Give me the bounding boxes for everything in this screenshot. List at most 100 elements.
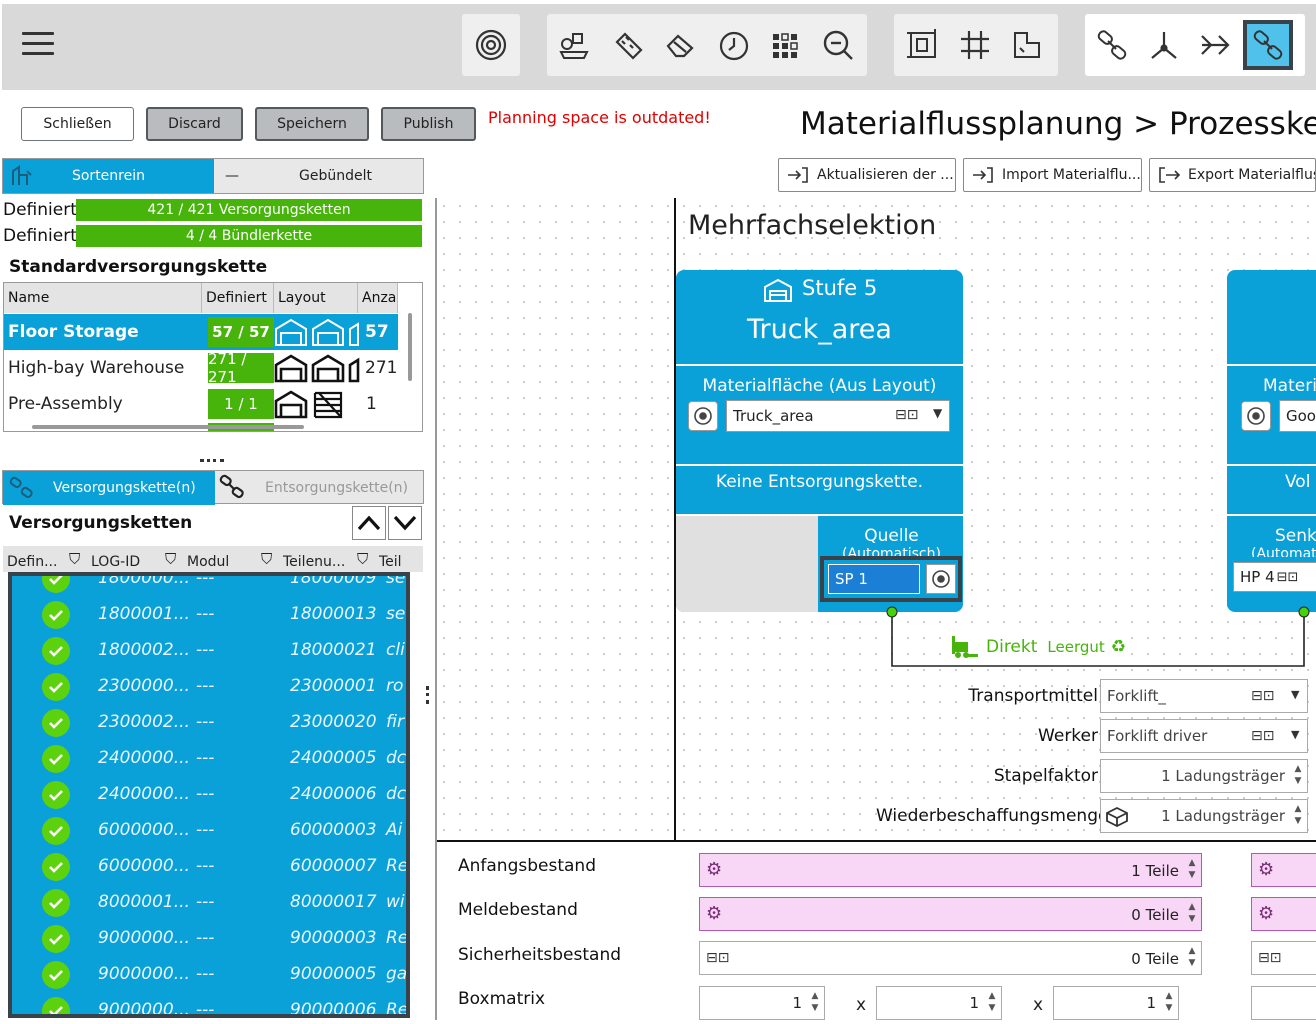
sink-point-value[interactable]: HP 4 ⊟⊡ (1233, 562, 1316, 592)
row-name: Floor Storage (8, 322, 139, 342)
box-matrix-z[interactable]: 1 ▲ ▼ (1053, 986, 1179, 1020)
material-area-select[interactable]: Truck_area ⊟⊡ ▼ (726, 400, 950, 432)
col-count[interactable]: Anza (358, 283, 398, 313)
vertical-splitter-handle[interactable] (426, 686, 430, 704)
grid-icon[interactable] (954, 24, 996, 66)
col-log-id[interactable]: LOG-ID (91, 554, 140, 570)
transport-means-select[interactable]: Forklift_ ⊟⊡ ▼ (1100, 679, 1308, 713)
reorder-point-input-2[interactable]: ⚙ (1251, 897, 1316, 931)
progress-area: Definiert 421 / 421 Versorgungsketten De… (0, 198, 424, 250)
list-item[interactable]: 9000000... --- 90000005 ga (12, 956, 406, 992)
target-icon[interactable] (470, 24, 512, 66)
filter-icon[interactable]: ⛉ (165, 550, 176, 568)
refresh-button[interactable]: Aktualisieren der ... (778, 158, 956, 192)
list-item[interactable]: 9000000... --- 90000006 Re (12, 992, 406, 1014)
filter-icon[interactable]: ⛉ (357, 550, 368, 568)
eraser-icon[interactable] (660, 24, 702, 66)
list-item[interactable]: 9000000... --- 90000003 Re (12, 920, 406, 956)
source-point-value[interactable]: SP 1 (828, 564, 920, 594)
col-part-number[interactable]: Teilenu... (283, 554, 345, 570)
import-button[interactable]: Import Materialflu... (963, 158, 1142, 192)
stack-factor-input[interactable]: 1 Ladungsträger ▲ ▼ (1100, 759, 1308, 793)
list-item[interactable]: 1800002... --- 18000021 cli (12, 632, 406, 668)
list-item[interactable]: 2300002... --- 23000020 fir (12, 704, 406, 740)
module: --- (196, 856, 215, 876)
merge-icon[interactable] (1143, 24, 1185, 66)
process-node-truck-area[interactable]: Stufe 5 Truck_area Materialfläche (Aus L… (676, 270, 963, 612)
filter-icon[interactable]: ⛉ (69, 550, 80, 568)
move-down-button[interactable] (388, 506, 422, 540)
stepper-icon[interactable]: ▲ ▼ (810, 990, 820, 1016)
stepper-icon[interactable]: ▲ ▼ (987, 990, 997, 1016)
col-module[interactable]: Modul (187, 554, 229, 570)
col-part[interactable]: Teil (379, 554, 402, 570)
list-item[interactable]: 8000001... --- 80000017 wi (12, 884, 406, 920)
tab-gebuendelt[interactable]: Gebündelt (299, 159, 372, 193)
horizontal-scrollbar[interactable] (32, 425, 304, 429)
initial-stock-input[interactable]: ⚙ 1 Teile ▲ ▼ (699, 853, 1202, 887)
save-button[interactable]: Speichern (255, 107, 369, 141)
worker-select[interactable]: Forklift driver ⊟⊡ ▼ (1100, 719, 1308, 753)
box-matrix-y[interactable]: 1 ▲ ▼ (876, 986, 1002, 1020)
parts-icon[interactable] (553, 24, 595, 66)
stepper-icon[interactable]: ▲ ▼ (1187, 901, 1197, 927)
col-layout[interactable]: Layout (274, 283, 358, 313)
clock-icon[interactable] (713, 24, 755, 66)
locate-button[interactable] (1241, 401, 1271, 431)
safety-stock-input-2[interactable]: ⊟⊡ (1251, 941, 1316, 975)
list-item[interactable]: 2400000... --- 24000005 dc (12, 740, 406, 776)
list-item[interactable]: 6000000... --- 60000003 Ai (12, 812, 406, 848)
tab-sortenrein[interactable]: Sortenrein (3, 159, 214, 193)
stepper-icon[interactable]: ▲ ▼ (1293, 763, 1303, 789)
arrow-right-icon[interactable] (1195, 24, 1237, 66)
hamburger-menu-icon[interactable] (22, 32, 54, 58)
col-defined[interactable]: Definiert (202, 283, 274, 313)
col-defined[interactable]: Defin... (7, 554, 57, 570)
material-area-select[interactable]: Goo (1279, 400, 1316, 432)
table-row[interactable]: Pre-Assembly 1 / 1 1 (4, 386, 398, 422)
discard-button[interactable]: Discard (146, 107, 243, 141)
splitter-handle[interactable] (200, 459, 224, 463)
box-matrix-x[interactable]: 1 ▲ ▼ (699, 986, 825, 1020)
list-item[interactable]: 2400000... --- 24000006 dc (12, 776, 406, 812)
transport-label[interactable]: Direkt Leergut ♻ (946, 634, 1131, 660)
stepper-icon[interactable]: ▲ ▼ (1187, 945, 1197, 971)
reorder-point-input[interactable]: ⚙ 0 Teile ▲ ▼ (699, 897, 1202, 931)
table-row[interactable]: High-bay Warehouse 271 / 271 271 (4, 350, 398, 386)
grid-dots-icon[interactable] (765, 24, 807, 66)
publish-button[interactable]: Publish (381, 107, 476, 141)
chain-active-icon[interactable] (1243, 20, 1293, 70)
locate-button[interactable] (688, 401, 718, 431)
process-node-next[interactable]: Materi Goo Vol Senk (Automat HP 4 ⊟⊡ (1227, 270, 1316, 612)
ruler-icon[interactable] (607, 24, 649, 66)
part-number: 90000005 (290, 964, 377, 984)
part-number: 60000007 (290, 856, 377, 876)
stepper-icon[interactable]: ▲ ▼ (1293, 803, 1303, 829)
magnifier-icon[interactable] (817, 24, 859, 66)
chain-icon[interactable] (1091, 24, 1133, 66)
filter-icon[interactable]: ⛉ (261, 550, 272, 568)
col-name[interactable]: Name (4, 283, 202, 313)
vertical-scrollbar[interactable] (408, 313, 412, 381)
export-button[interactable]: Export Materialflus (1149, 158, 1316, 192)
log-id: 2300000... (98, 676, 190, 696)
stepper-icon[interactable]: ▲ ▼ (1164, 990, 1174, 1016)
list-item[interactable]: 1800000... --- 18000009 se (12, 576, 406, 596)
reorder-quantity-input[interactable]: 1 Ladungsträger ▲ ▼ (1100, 799, 1308, 833)
list-item[interactable]: 2300000... --- 23000001 ro (12, 668, 406, 704)
safety-stock-input[interactable]: ⊟⊡ 0 Teile ▲ ▼ (699, 941, 1202, 975)
list-item[interactable]: 6000000... --- 60000007 Re (12, 848, 406, 884)
layout-frame-icon[interactable] (902, 24, 944, 66)
table-row[interactable]: Floor Storage 57 / 57 57 (4, 314, 398, 350)
tab-supply-chains[interactable]: Versorgungskette(n) (3, 471, 215, 505)
locate-button[interactable] (926, 564, 956, 594)
close-button[interactable]: Schließen (21, 107, 134, 141)
tab-disposal-chains[interactable]: Entsorgungskette(n) (217, 471, 425, 505)
source-point-selector[interactable]: SP 1 (820, 556, 962, 602)
area-icon[interactable] (1006, 24, 1048, 66)
initial-stock-input-2[interactable]: ⚙ (1251, 853, 1316, 887)
box-matrix-x-2[interactable] (1251, 986, 1316, 1020)
move-up-button[interactable] (352, 506, 386, 540)
stepper-icon[interactable]: ▲ ▼ (1187, 857, 1197, 883)
list-item[interactable]: 1800001... --- 18000013 se (12, 596, 406, 632)
